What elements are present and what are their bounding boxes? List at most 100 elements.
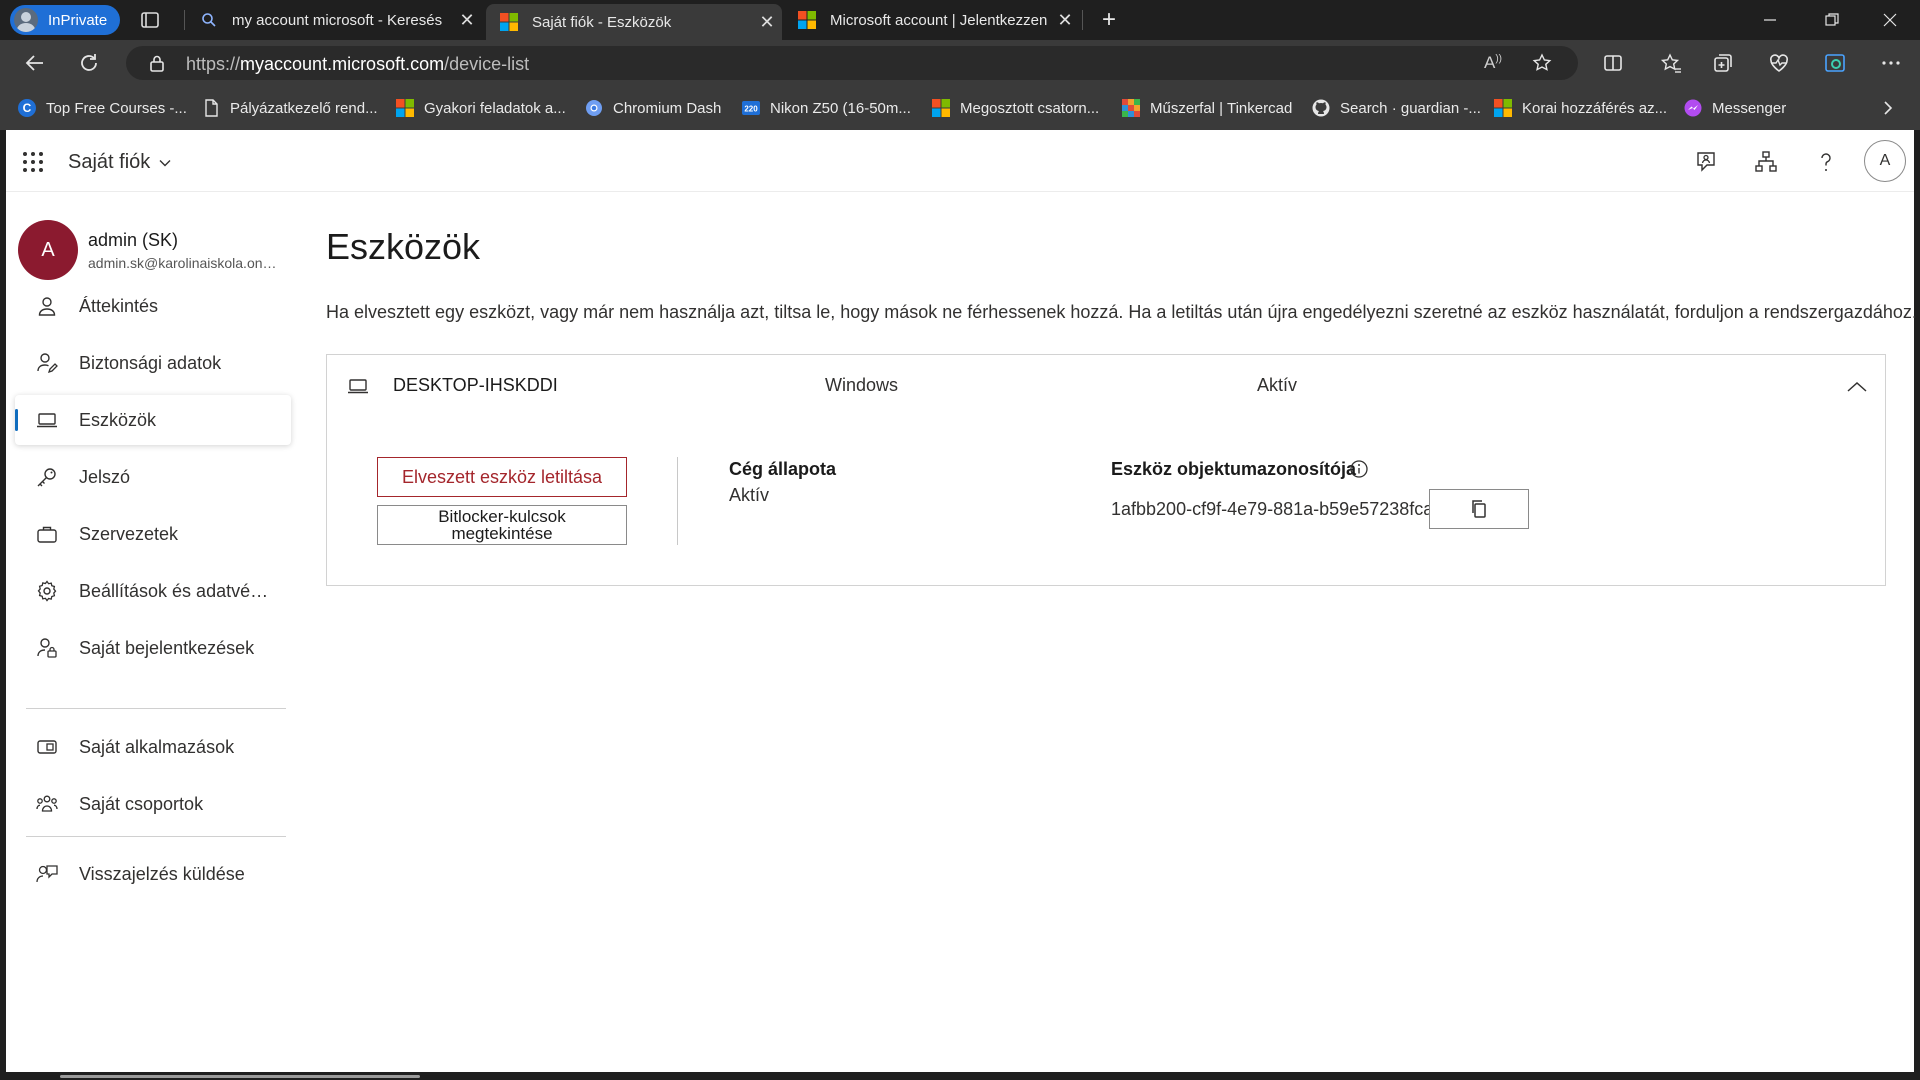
org-chart-button[interactable]: [1752, 148, 1780, 176]
app-name: Saját fiók: [68, 151, 151, 173]
collections-button[interactable]: [1706, 46, 1740, 80]
sidebar-item-devices[interactable]: Eszközök: [15, 395, 291, 445]
help-question-icon: [1821, 153, 1831, 171]
sidebar-item-security-info[interactable]: Biztonsági adatok: [15, 338, 291, 388]
sidebar-item-my-apps[interactable]: Saját alkalmazások: [15, 722, 291, 772]
bookmark-item[interactable]: Megosztott csatorn...: [932, 86, 1099, 130]
disable-lost-device-button[interactable]: Elveszett eszköz letiltása: [377, 457, 627, 497]
tab-devices[interactable]: Saját fiók - Eszközök ✕: [486, 4, 782, 40]
minimize-icon: [1764, 19, 1776, 21]
tab-close-icon[interactable]: ✕: [752, 12, 782, 33]
app-header: Saját fiók A: [6, 130, 1914, 192]
chevron-up-icon[interactable]: [1845, 375, 1869, 399]
app-launcher-icon[interactable]: [22, 151, 44, 173]
bookmark-label: Korai hozzáférés az...: [1522, 99, 1668, 117]
account-avatar[interactable]: A: [1864, 140, 1906, 182]
read-aloud-icon[interactable]: A)): [1484, 53, 1502, 73]
bookmark-item[interactable]: Műszerfal | Tinkercad: [1122, 86, 1292, 130]
sidebar-item-overview[interactable]: Áttekintés: [15, 281, 291, 331]
organization-icon: [1755, 151, 1777, 172]
sidebar-item-settings-privacy[interactable]: Beállítások és adatvédelem: [15, 566, 291, 616]
person-icon: [38, 297, 56, 316]
sidebar-item-label: Szervezetek: [79, 523, 179, 544]
key-icon: [37, 468, 56, 487]
sidebar-item-send-feedback[interactable]: Visszajelzés küldése: [15, 849, 291, 899]
bookmark-item[interactable]: Search · guardian -...: [1312, 86, 1481, 130]
horizontal-scrollbar[interactable]: [0, 1072, 1920, 1080]
github-icon: [1312, 99, 1330, 117]
tab-search[interactable]: my account microsoft - Keresés ✕: [186, 0, 482, 40]
sidebar-divider: [26, 836, 286, 837]
device-status: Aktív: [1257, 375, 1298, 395]
inprivate-badge[interactable]: InPrivate: [10, 5, 120, 35]
app-switcher[interactable]: Saját fiók: [68, 151, 172, 174]
bookmark-label: Pályázatkezelő rend...: [230, 99, 378, 117]
back-button[interactable]: [18, 46, 52, 80]
tab-microsoft-account[interactable]: Microsoft account | Jelentkezzen ✕: [784, 0, 1080, 40]
browser-essentials-button[interactable]: [1762, 46, 1796, 80]
bookmark-label: Top Free Courses -...: [46, 99, 187, 117]
page-title: Eszközök: [326, 226, 481, 267]
bookmark-item[interactable]: Pályázatkezelő rend...: [202, 86, 378, 130]
user-card: A admin (SK) admin.sk@karolinaiskola.onm…: [18, 220, 288, 280]
bookmark-label: Chromium Dash: [613, 99, 722, 117]
info-icon[interactable]: [1349, 459, 1369, 479]
close-window-button[interactable]: [1860, 0, 1920, 40]
tab-actions-icon[interactable]: [138, 8, 162, 32]
sidebar-divider: [26, 708, 286, 709]
tinkercad-icon: [1122, 99, 1140, 117]
edge-logo-icon: [1825, 54, 1845, 72]
sidebar-item-label: Saját alkalmazások: [79, 736, 235, 757]
more-bookmarks-button[interactable]: [1880, 86, 1896, 130]
device-card: DESKTOP-IHSKDDI Windows Aktív Elveszett …: [326, 354, 1886, 586]
sidebar-item-my-sign-ins[interactable]: Saját bejelentkezések: [15, 623, 291, 673]
view-bitlocker-keys-button[interactable]: Bitlocker-kulcsok megtekintése: [377, 505, 627, 545]
favorites-button[interactable]: [1654, 46, 1688, 80]
sidebar-item-password[interactable]: Jelszó: [15, 452, 291, 502]
restore-button[interactable]: [1802, 0, 1862, 40]
split-screen-button[interactable]: [1596, 46, 1630, 80]
sidebar-item-label: Visszajelzés küldése: [79, 863, 245, 884]
feedback-icon: [36, 865, 58, 883]
bookmark-item[interactable]: C Top Free Courses -...: [18, 86, 187, 130]
new-tab-button[interactable]: +: [1094, 0, 1124, 40]
help-button[interactable]: [1812, 148, 1840, 176]
back-arrow-icon: [25, 55, 43, 71]
chevron-right-icon: [1884, 101, 1893, 115]
more-dots-icon: [1882, 61, 1900, 65]
sign-ins-icon: [37, 638, 57, 658]
url-text[interactable]: https://myaccount.microsoft.com/device-l…: [186, 54, 529, 75]
refresh-button[interactable]: [72, 46, 106, 80]
company-state-value: Aktív: [729, 485, 770, 505]
tab-separator: [184, 10, 185, 30]
sidebar-item-label: Eszközök: [79, 409, 157, 430]
bookmark-item[interactable]: Gyakori feladatok a...: [396, 86, 566, 130]
sidebar-item-organizations[interactable]: Szervezetek: [15, 509, 291, 559]
coursera-c-icon: C: [18, 99, 36, 117]
security-info-icon: [37, 353, 58, 374]
tab-close-icon[interactable]: ✕: [452, 10, 482, 31]
refresh-icon: [81, 54, 97, 71]
tab-title: my account microsoft - Keresés: [232, 11, 443, 29]
bookmark-item[interactable]: 220 Nikon Z50 (16-50m...: [742, 86, 911, 130]
feedback-header-button[interactable]: [1692, 148, 1720, 176]
copy-object-id-button[interactable]: [1429, 489, 1529, 529]
bookmark-item[interactable]: Chromium Dash: [585, 86, 721, 130]
bookmark-label: Műszerfal | Tinkercad: [1150, 99, 1293, 117]
scrollbar-thumb[interactable]: [60, 1075, 420, 1078]
bookmark-item[interactable]: Messenger: [1684, 86, 1786, 130]
edge-bar-button[interactable]: [1818, 46, 1852, 80]
favorites-icon: [1660, 53, 1681, 73]
lock-icon[interactable]: [148, 54, 166, 72]
settings-more-button[interactable]: [1874, 46, 1908, 80]
company-state-label: Cég állapota: [729, 459, 837, 479]
sidebar-item-my-groups[interactable]: Saját csoportok: [15, 779, 291, 829]
tab-close-icon[interactable]: ✕: [1050, 10, 1080, 31]
address-bar[interactable]: https://myaccount.microsoft.com/device-l…: [126, 46, 1578, 80]
favorite-star-icon[interactable]: [1532, 53, 1552, 73]
object-id-value[interactable]: 1afbb200-cf9f-4e79-881a-b59e57238fca: [1111, 499, 1433, 520]
minimize-button[interactable]: [1740, 0, 1800, 40]
user-avatar: A: [18, 220, 78, 280]
messenger-icon: [1684, 99, 1702, 117]
bookmark-item[interactable]: Korai hozzáférés az...: [1494, 86, 1667, 130]
